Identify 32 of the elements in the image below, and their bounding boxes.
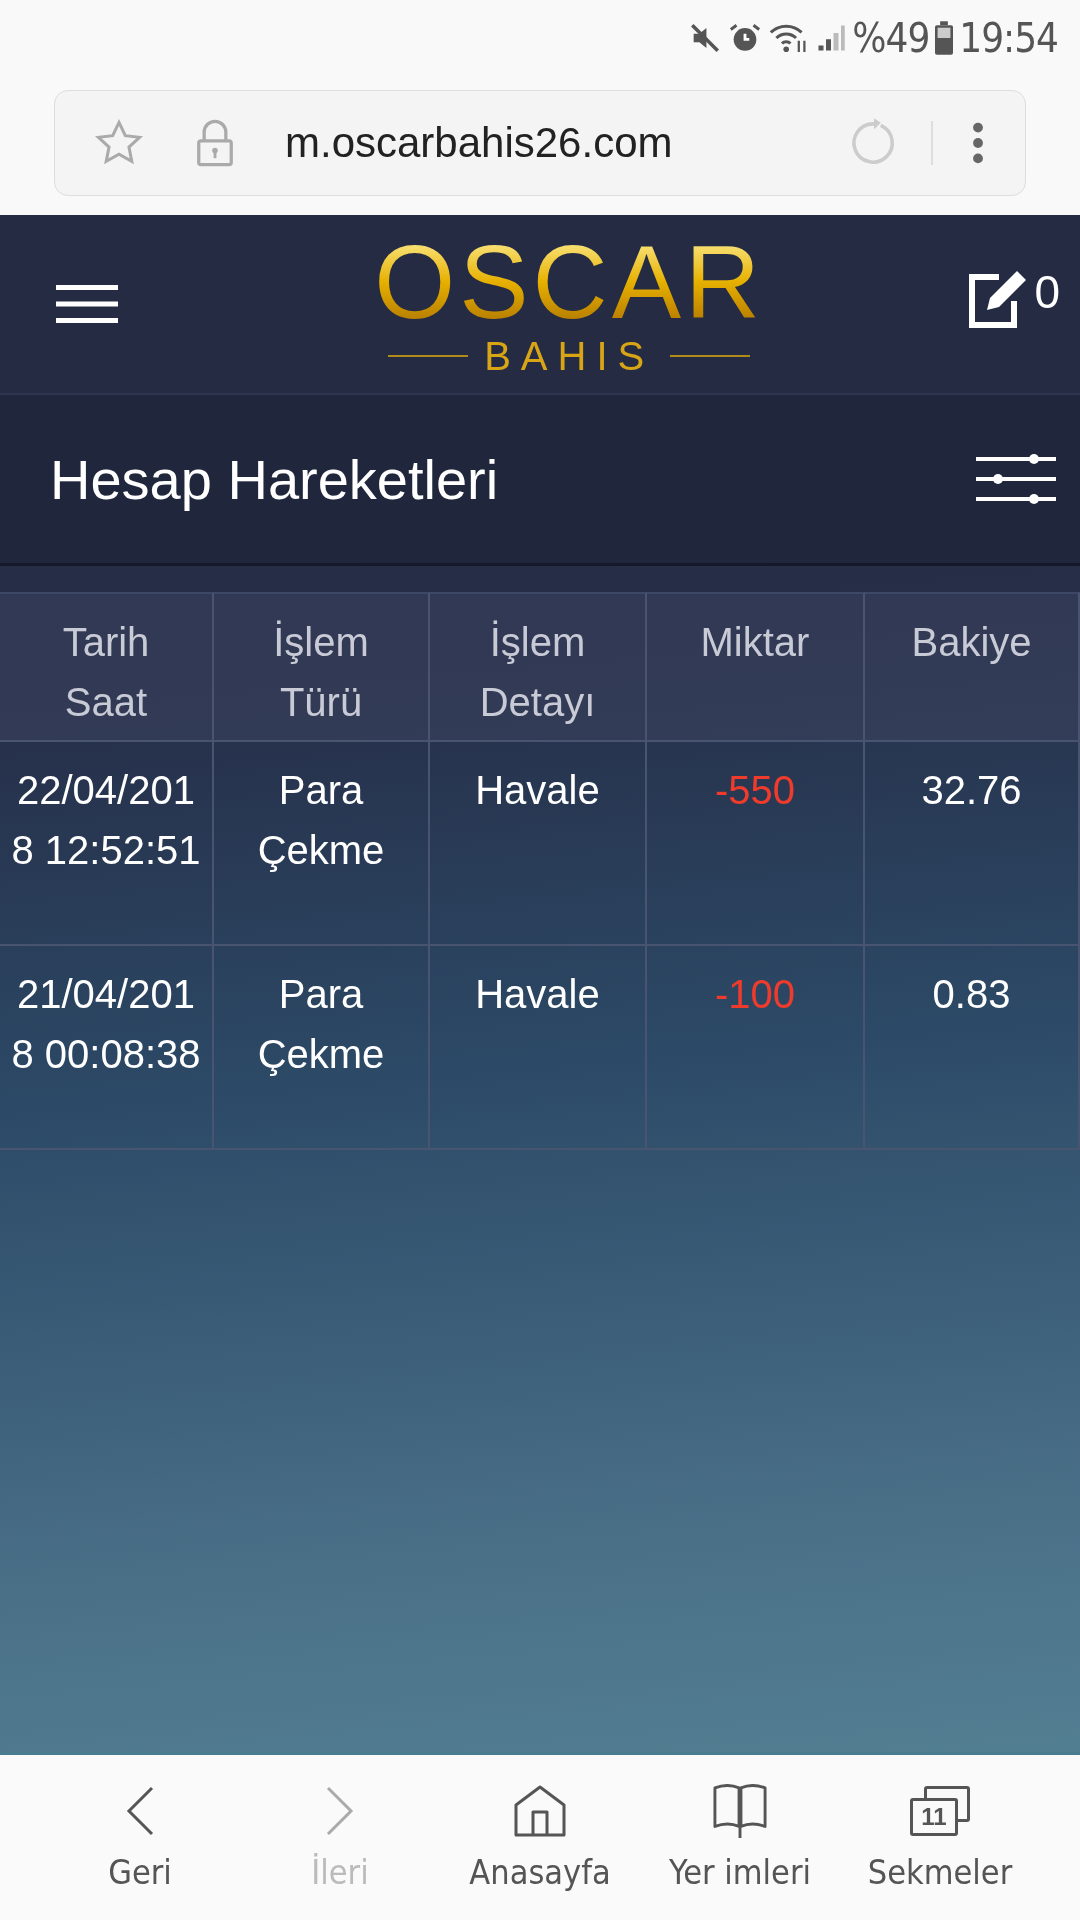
balance-cell: 0.83 xyxy=(865,946,1080,1150)
home-icon[interactable] xyxy=(514,1783,566,1838)
notes-count: 0 xyxy=(1034,265,1060,319)
more-icon[interactable] xyxy=(971,121,985,165)
battery-percent: %49 xyxy=(852,15,930,61)
detail-cell: Havale xyxy=(430,946,647,1150)
amount-text: -550 xyxy=(714,767,796,814)
clock-time: 19:54 xyxy=(959,15,1058,61)
url-text: m.oscarbahis26.com xyxy=(285,119,674,167)
balance-cell: 32.76 xyxy=(865,742,1080,946)
nav-label[interactable]: Yer imleri xyxy=(669,1851,811,1892)
nav-label[interactable]: Geri xyxy=(108,1851,172,1892)
menu-icon[interactable] xyxy=(56,283,118,325)
type-cell: Para Çekme xyxy=(214,946,430,1150)
type-cell: Para Çekme xyxy=(214,742,430,946)
page-title: Hesap Hareketleri xyxy=(50,446,499,512)
column-header: İşlem Detayı xyxy=(430,592,647,742)
column-header: Bakiye xyxy=(865,592,1080,742)
nav-label[interactable]: Anasayfa xyxy=(469,1851,611,1892)
nav-label[interactable]: Sekmeler xyxy=(867,1851,1013,1892)
detail-cell: Havale xyxy=(430,742,647,946)
date-cell: 21/04/201 8 00:08:38 xyxy=(0,946,214,1150)
book-icon[interactable] xyxy=(711,1783,769,1838)
column-header: Tarih Saat xyxy=(0,592,214,742)
address-bar[interactable]: m.oscarbahis26.com xyxy=(54,90,1026,196)
date-cell: 22/04/201 8 12:52:51 xyxy=(0,742,214,946)
column-header: Miktar xyxy=(647,592,865,742)
column-header: İşlem Türü xyxy=(214,592,430,742)
battery-icon xyxy=(935,21,954,55)
logo[interactable]: OSCAR BAHIS xyxy=(178,229,961,379)
filter-icon[interactable] xyxy=(976,454,1056,504)
amount-text: -100 xyxy=(714,971,796,1018)
